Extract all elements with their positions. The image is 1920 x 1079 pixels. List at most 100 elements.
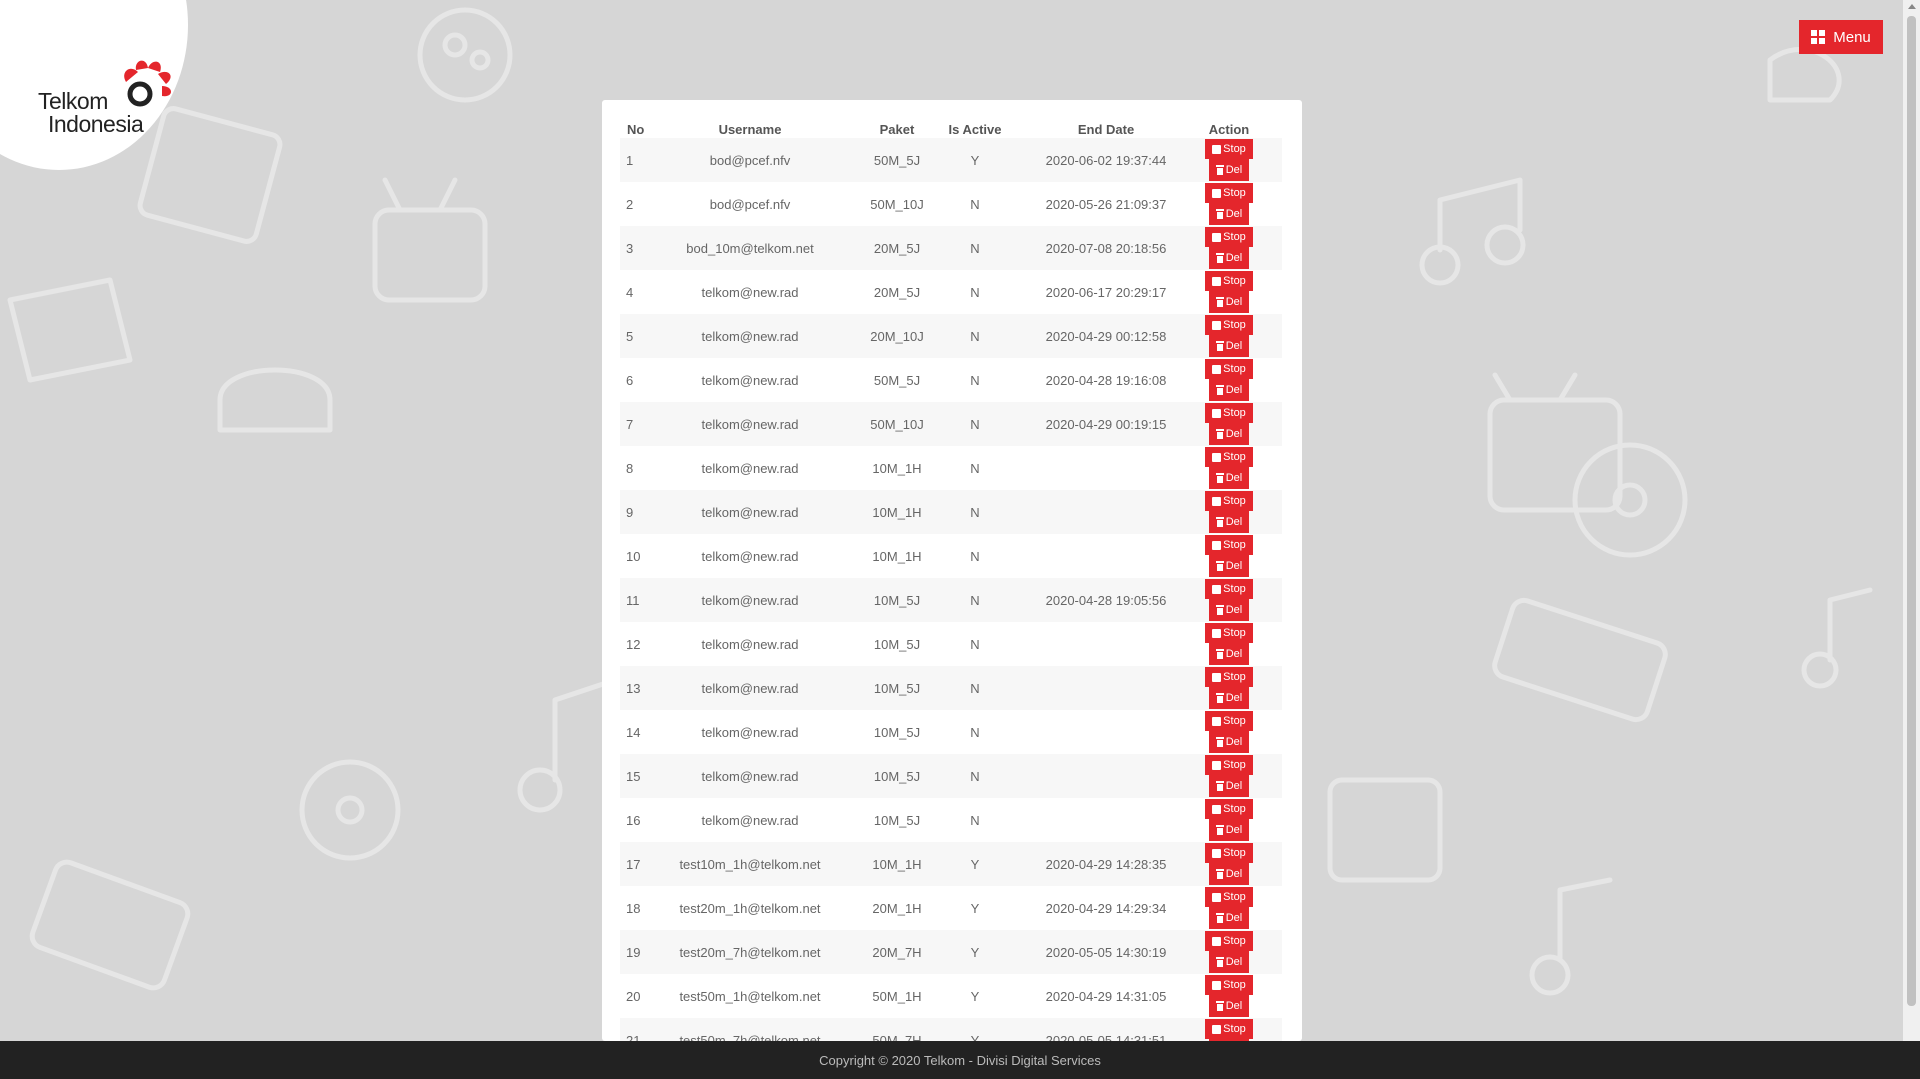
table-row: 20 test50m_1h@telkom.net 50M_1H Y 2020-04-29… bbox=[620, 974, 1282, 1018]
cell-no: 15 bbox=[626, 768, 641, 784]
delete-button[interactable]: Del bbox=[1209, 599, 1249, 621]
header-is-active: Is Active bbox=[948, 121, 1002, 137]
cell-paket: 10M_5J bbox=[873, 636, 921, 652]
trash-icon bbox=[1215, 1001, 1224, 1011]
cell-paket: 50M_1H bbox=[872, 988, 922, 1004]
stop-button[interactable]: Stop bbox=[1205, 315, 1253, 335]
delete-button[interactable]: Del bbox=[1209, 687, 1249, 709]
stop-icon bbox=[1212, 936, 1222, 946]
cell-is-active: Y bbox=[970, 856, 980, 872]
cell-no: 14 bbox=[626, 724, 641, 740]
stop-label: Stop bbox=[1223, 231, 1246, 243]
stop-button[interactable]: Stop bbox=[1205, 183, 1253, 203]
stop-button[interactable]: Stop bbox=[1205, 447, 1253, 467]
stop-label: Stop bbox=[1223, 407, 1246, 419]
delete-button[interactable]: Del bbox=[1209, 643, 1249, 665]
delete-button[interactable]: Del bbox=[1209, 995, 1249, 1017]
cell-end-date: 2020-04-29 14:31:05 bbox=[1045, 988, 1167, 1004]
cell-is-active: N bbox=[970, 460, 980, 476]
cell-actions: Stop Del bbox=[1204, 403, 1254, 445]
delete-button[interactable]: Del bbox=[1209, 863, 1249, 885]
cell-actions: Stop Del bbox=[1204, 271, 1254, 313]
cell-end-date: 2020-05-26 21:09:37 bbox=[1045, 196, 1167, 212]
stop-button[interactable]: Stop bbox=[1205, 227, 1253, 247]
scroll-thumb[interactable] bbox=[1907, 16, 1916, 1006]
delete-button[interactable]: Del bbox=[1209, 731, 1249, 753]
delete-button[interactable]: Del bbox=[1209, 203, 1249, 225]
delete-button[interactable]: Del bbox=[1209, 247, 1249, 269]
stop-button[interactable]: Stop bbox=[1205, 535, 1253, 555]
stop-button[interactable]: Stop bbox=[1205, 711, 1253, 731]
stop-label: Stop bbox=[1223, 803, 1246, 815]
delete-button[interactable]: Del bbox=[1209, 291, 1249, 313]
cell-no: 18 bbox=[626, 900, 641, 916]
stop-button[interactable]: Stop bbox=[1205, 1019, 1253, 1039]
header-end-date: End Date bbox=[1077, 121, 1135, 137]
stop-button[interactable]: Stop bbox=[1205, 359, 1253, 379]
cell-username: telkom@new.rad bbox=[701, 724, 799, 740]
stop-icon bbox=[1212, 320, 1222, 330]
cell-paket: 50M_10J bbox=[870, 196, 924, 212]
stop-label: Stop bbox=[1223, 847, 1246, 859]
delete-button[interactable]: Del bbox=[1209, 467, 1249, 489]
cell-is-active: Y bbox=[970, 152, 980, 168]
stop-button[interactable]: Stop bbox=[1205, 579, 1253, 599]
telkom-logo[interactable]: Telkom Indonesia bbox=[18, 28, 171, 136]
stop-label: Stop bbox=[1223, 583, 1246, 595]
delete-button[interactable]: Del bbox=[1209, 511, 1249, 533]
cell-username: telkom@new.rad bbox=[701, 372, 799, 388]
cell-is-active: N bbox=[970, 548, 980, 564]
stop-button[interactable]: Stop bbox=[1205, 843, 1253, 863]
table-row: 4 telkom@new.rad 20M_5J N 2020-06-17 20:29:1… bbox=[620, 270, 1282, 314]
del-label: Del bbox=[1225, 516, 1243, 528]
stop-icon bbox=[1212, 892, 1222, 902]
stop-button[interactable]: Stop bbox=[1205, 623, 1253, 643]
stop-button[interactable]: Stop bbox=[1205, 931, 1253, 951]
del-label: Del bbox=[1225, 824, 1243, 836]
table-header: No Username Paket Is Active End Date Act… bbox=[620, 120, 1282, 138]
cell-end-date: 2020-04-28 19:05:56 bbox=[1045, 592, 1167, 608]
cell-actions: Stop Del bbox=[1204, 315, 1254, 357]
stop-icon bbox=[1212, 452, 1222, 462]
stop-button[interactable]: Stop bbox=[1205, 975, 1253, 995]
stop-button[interactable]: Stop bbox=[1205, 271, 1253, 291]
stop-button[interactable]: Stop bbox=[1205, 755, 1253, 775]
table-row: 7 telkom@new.rad 50M_10J N 2020-04-29 00:19:… bbox=[620, 402, 1282, 446]
menu-label: Menu bbox=[1833, 28, 1871, 46]
delete-button[interactable]: Del bbox=[1209, 423, 1249, 445]
cell-username: bod@pcef.nfv bbox=[709, 196, 791, 212]
stop-button[interactable]: Stop bbox=[1205, 491, 1253, 511]
sessions-table: No Username Paket Is Active End Date Act… bbox=[620, 120, 1282, 1041]
delete-button[interactable]: Del bbox=[1209, 819, 1249, 841]
stop-label: Stop bbox=[1223, 451, 1246, 463]
delete-button[interactable]: Del bbox=[1209, 335, 1249, 357]
table-body: 1 bod@pcef.nfv 50M_5J Y 2020-06-02 19:37:44 S… bbox=[620, 138, 1282, 1041]
stop-label: Stop bbox=[1223, 319, 1246, 331]
delete-button[interactable]: Del bbox=[1209, 159, 1249, 181]
page-scrollbar[interactable] bbox=[1903, 0, 1920, 1041]
menu-button[interactable]: Menu bbox=[1799, 20, 1883, 54]
delete-button[interactable]: Del bbox=[1209, 907, 1249, 929]
delete-button[interactable]: Del bbox=[1209, 775, 1249, 797]
cell-paket: 50M_5J bbox=[873, 152, 921, 168]
delete-button[interactable]: Del bbox=[1209, 379, 1249, 401]
cell-username: test10m_1h@telkom.net bbox=[679, 856, 821, 872]
cell-is-active: Y bbox=[970, 1032, 980, 1042]
cell-is-active: N bbox=[970, 724, 980, 740]
cell-end-date: 2020-05-05 14:31:51 bbox=[1045, 1032, 1167, 1042]
delete-button[interactable]: Del bbox=[1209, 951, 1249, 973]
stop-button[interactable]: Stop bbox=[1205, 887, 1253, 907]
table-row: 19 test20m_7h@telkom.net 20M_7H Y 2020-05-05… bbox=[620, 930, 1282, 974]
cell-is-active: N bbox=[970, 812, 980, 828]
scroll-up-icon[interactable] bbox=[1908, 4, 1916, 9]
stop-button[interactable]: Stop bbox=[1205, 139, 1253, 159]
cell-username: telkom@new.rad bbox=[701, 812, 799, 828]
stop-button[interactable]: Stop bbox=[1205, 799, 1253, 819]
cell-username: telkom@new.rad bbox=[701, 768, 799, 784]
del-label: Del bbox=[1225, 252, 1243, 264]
stop-button[interactable]: Stop bbox=[1205, 667, 1253, 687]
delete-button[interactable]: Del bbox=[1209, 555, 1249, 577]
trash-icon bbox=[1215, 913, 1224, 923]
trash-icon bbox=[1215, 737, 1224, 747]
stop-button[interactable]: Stop bbox=[1205, 403, 1253, 423]
